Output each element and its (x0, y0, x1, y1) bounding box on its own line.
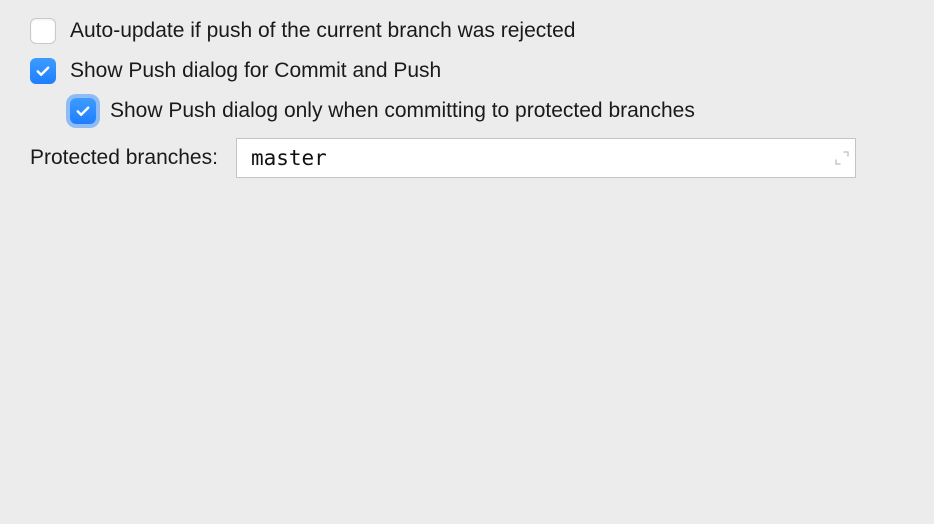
checkmark-icon (74, 102, 92, 120)
checkmark-icon (34, 62, 52, 80)
protected-branches-input[interactable] (236, 138, 856, 178)
auto-update-label[interactable]: Auto-update if push of the current branc… (70, 18, 575, 43)
show-push-dialog-label[interactable]: Show Push dialog for Commit and Push (70, 58, 441, 83)
protected-branches-label: Protected branches: (30, 146, 218, 170)
show-push-dialog-checkbox[interactable] (30, 58, 56, 84)
auto-update-checkbox[interactable] (30, 18, 56, 44)
show-push-dialog-protected-label[interactable]: Show Push dialog only when committing to… (110, 98, 695, 123)
show-push-dialog-protected-checkbox[interactable] (70, 98, 96, 124)
expand-icon[interactable] (834, 150, 850, 166)
